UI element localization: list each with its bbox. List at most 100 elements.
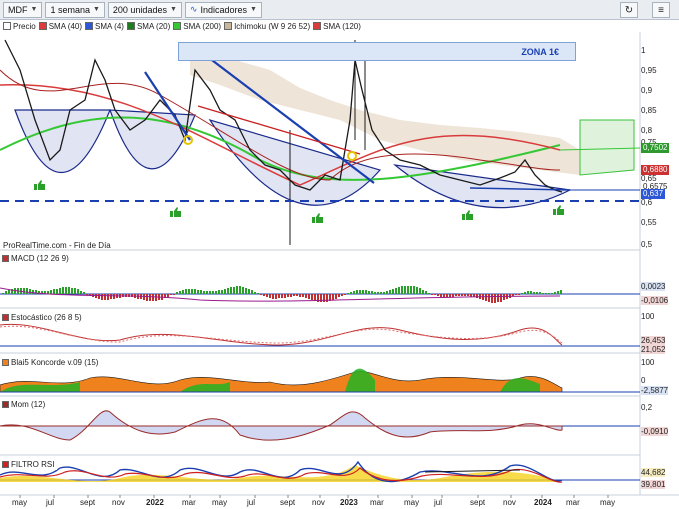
macd-histogram-bar (557, 291, 559, 294)
macd-histogram-bar (218, 290, 220, 294)
macd-histogram-bar (347, 293, 349, 294)
macd-histogram-bar (23, 288, 25, 294)
macd-histogram-bar (326, 294, 328, 302)
time-axis-label: may (404, 498, 420, 507)
time-axis-label: may (12, 498, 28, 507)
macd-histogram-bar (464, 294, 466, 296)
macd-histogram-bar (179, 291, 181, 294)
rsi-yellow-area (0, 465, 562, 482)
time-axis-label: jul (247, 498, 256, 507)
macd-histogram-bar (491, 294, 493, 303)
macd-histogram-bar (239, 286, 241, 294)
time-axis-label: mar (182, 498, 196, 507)
macd-histogram-bar (494, 294, 496, 303)
macd-histogram-bar (512, 294, 514, 296)
macd-histogram-bar (101, 294, 103, 300)
stoch-line (0, 323, 563, 346)
chart-canvas[interactable] (0, 0, 679, 509)
macd-histogram-bar (383, 292, 385, 294)
price-tick: 0,5 (641, 240, 653, 249)
macd-histogram-bar (533, 292, 535, 294)
macd-histogram-bar (443, 294, 445, 297)
macd-histogram-bar (236, 286, 238, 294)
macd-label[interactable]: MACD (12 26 9) (2, 253, 72, 264)
macd-histogram-bar (356, 290, 358, 294)
macd-histogram-bar (539, 292, 541, 294)
macd-histogram-bar (233, 287, 235, 294)
macd-histogram-bar (113, 294, 115, 299)
macd-histogram-bar (311, 294, 313, 300)
macd-histogram-bar (98, 294, 100, 299)
macd-histogram-bar (362, 290, 364, 294)
macd-histogram-bar (542, 293, 544, 294)
stoch-axis-bottom: 21,052 (641, 345, 666, 354)
stochastic-label[interactable]: Estocástico (26 8 5) (2, 312, 85, 323)
macd-histogram-bar (278, 294, 280, 298)
time-axis-label: mar (370, 498, 384, 507)
price-tick: 0,95 (641, 66, 657, 75)
price-tick: 0,8 (641, 126, 653, 135)
macd-histogram-bar (416, 287, 418, 294)
macd-histogram-bar (389, 290, 391, 294)
macd-histogram-bar (419, 288, 421, 294)
macd-histogram-bar (500, 294, 502, 302)
macd-histogram-bar (263, 294, 265, 296)
momentum-label[interactable]: Mom (12) (2, 399, 49, 410)
macd-histogram-bar (392, 289, 394, 294)
price-tick: 0,55 (641, 218, 657, 227)
macd-histogram-bar (548, 293, 550, 294)
time-axis-label: may (600, 498, 616, 507)
time-axis-label: sept (80, 498, 96, 507)
macd-histogram-bar (296, 294, 298, 296)
macd-histogram-bar (485, 294, 487, 301)
macd-histogram-bar (59, 288, 61, 294)
panel-swatch (2, 359, 9, 366)
macd-histogram-bar (332, 294, 334, 300)
macd-histogram-bar (86, 294, 88, 295)
zona-annotation[interactable]: ZONA 1€ (178, 42, 576, 61)
momentum-area (0, 410, 563, 441)
macd-histogram-bar (149, 294, 151, 301)
macd-histogram-bar (545, 293, 547, 294)
stochastic-panel (0, 323, 640, 347)
ichimoku-cloud-future (579, 119, 635, 176)
price-tick: 0,85 (641, 106, 657, 115)
macd-histogram-bar (29, 289, 31, 294)
macd-histogram-bar (83, 292, 85, 294)
panel-swatch (2, 255, 9, 262)
macd-histogram-bar (515, 294, 517, 295)
macd-histogram-bar (56, 289, 58, 294)
macd-histogram-bar (227, 288, 229, 294)
macd-histogram-bar (77, 289, 79, 294)
stoch-axis-mid: 26,453 (641, 336, 666, 345)
time-axis-label: 2023 (340, 498, 358, 507)
macd-histogram-bar (176, 292, 178, 294)
macd-histogram-bar (68, 287, 70, 294)
macd-panel (0, 286, 640, 303)
price-tag-sma: 0,7502 (641, 143, 670, 153)
price-tick: 0,9 (641, 86, 653, 95)
mom-axis-top: 0,2 (641, 403, 653, 412)
source-label: ProRealTime.com - Fin de Día (3, 241, 111, 250)
macd-histogram-bar (401, 286, 403, 294)
macd-histogram-bar (467, 294, 469, 296)
macd-histogram-bar (440, 294, 442, 297)
macd-histogram-bar (8, 290, 10, 294)
signal-marker (347, 151, 357, 161)
time-axis-label: nov (312, 498, 325, 507)
macd-histogram-bar (65, 287, 67, 294)
macd-histogram-bar (350, 292, 352, 294)
macd-histogram-bar (104, 294, 106, 300)
price-tag-last: 0,637 (641, 189, 666, 199)
koncorde-orange-area (0, 371, 563, 393)
koncorde-label[interactable]: Blai5 Koncorde v.09 (15) (2, 357, 102, 368)
rsi-filter-label[interactable]: FILTRO RSI (2, 459, 58, 470)
macd-histogram-bar (551, 293, 553, 294)
time-axis-label: sept (470, 498, 486, 507)
koncorde-axis-mid: 0 (641, 376, 646, 385)
price-tag-red: 0,6880 (641, 165, 670, 175)
rsi-filter-panel (0, 460, 640, 483)
macd-histogram-bar (191, 289, 193, 294)
macd-axis-bottom: -0,0106 (641, 296, 669, 305)
time-axis-label: jul (46, 498, 55, 507)
